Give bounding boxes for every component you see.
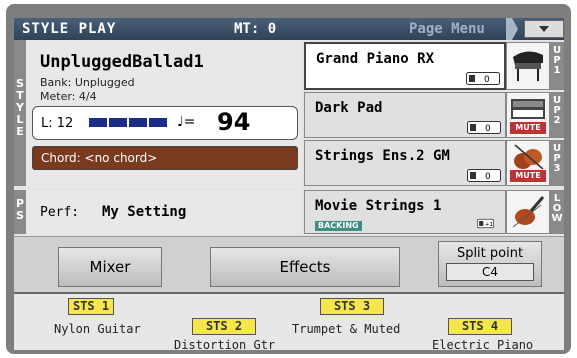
octave-value: 0 <box>484 75 490 85</box>
sts-1-label: Nylon Guitar <box>54 322 141 336</box>
effects-label: Effects <box>279 258 331 276</box>
tempo-box[interactable]: L: 12 ♩= 94 <box>32 106 298 140</box>
octave-icon: 0 <box>467 121 501 134</box>
track-name: Dark Pad <box>315 100 383 116</box>
chevron-down-icon <box>539 26 549 32</box>
main-panel: S T Y L E UnpluggedBallad1 Bank: Unplugg… <box>14 40 564 292</box>
track-icon-cell[interactable] <box>506 190 550 234</box>
split-point-button[interactable]: Split point C4 <box>438 241 542 287</box>
track-up2[interactable]: Dark Pad 0 <box>304 92 506 138</box>
track-icon-cell[interactable] <box>506 42 550 90</box>
octave-value: 0 <box>485 172 491 182</box>
backing-badge: BACKING <box>315 221 362 231</box>
mixer-label: Mixer <box>89 258 131 276</box>
octave-value: 0 <box>485 124 491 134</box>
track-tab-up2: U P 2 <box>550 92 564 138</box>
octave-value: +1 <box>485 222 494 228</box>
strings-icon <box>514 144 544 170</box>
button-strip: Mixer Effects Split point C4 <box>14 236 564 292</box>
mixer-button[interactable]: Mixer <box>58 247 162 287</box>
style-bank: Bank: Unplugged <box>40 76 135 89</box>
chord-display: Chord: <no chord> <box>32 146 298 170</box>
page-header: STYLE PLAY MT: 0 Page Menu <box>14 18 564 40</box>
track-tab-up1: U P 1 <box>550 42 564 90</box>
track-up3[interactable]: Strings Ens.2 GM 0 <box>304 140 506 186</box>
tab-letter: 2 <box>553 115 561 126</box>
sts-4-label: Electric Piano <box>432 338 534 352</box>
chord-text: Chord: <no chord> <box>41 151 158 165</box>
style-meter: Meter: 4/4 <box>40 90 97 103</box>
track-icon-cell[interactable]: MUTE <box>506 140 550 186</box>
tab-letter: 3 <box>553 163 561 174</box>
mute-badge: MUTE <box>510 170 546 182</box>
split-point-value-box: C4 <box>446 263 534 281</box>
effects-button[interactable]: Effects <box>210 247 400 287</box>
track-tab-low: L O W <box>550 190 564 234</box>
page-menu-arrow-icon[interactable] <box>506 18 518 40</box>
style-name: UnpluggedBallad1 <box>40 52 204 72</box>
style-area[interactable]: UnpluggedBallad1 Bank: Unplugged Meter: … <box>26 40 302 188</box>
grand-piano-icon <box>513 51 543 81</box>
screen: STYLE PLAY MT: 0 Page Menu S T Y L E Unp… <box>0 0 577 358</box>
track-low[interactable]: Movie Strings 1 BACKING +1 <box>304 190 506 234</box>
level-bar <box>89 118 167 127</box>
sts-2-label: Distortion Gtr <box>174 338 276 352</box>
display-frame: STYLE PLAY MT: 0 Page Menu S T Y L E Unp… <box>6 4 571 354</box>
mt-indicator: MT: 0 <box>234 21 277 37</box>
octave-icon: 0 <box>467 169 501 182</box>
track-icon-cell[interactable]: MUTE <box>506 92 550 138</box>
mute-badge: MUTE <box>510 122 546 134</box>
sts-4-button[interactable]: STS 4 <box>448 318 512 335</box>
perf-value: My Setting <box>102 204 187 220</box>
style-tab-letter: E <box>16 125 24 138</box>
split-point-label: Split point <box>456 246 524 261</box>
style-side-tab: S T Y L E <box>14 40 26 186</box>
track-name: Grand Piano RX <box>316 51 435 67</box>
track-name: Movie Strings 1 <box>315 198 442 214</box>
track-tab-up3: U P 3 <box>550 140 564 186</box>
violin-icon <box>512 196 545 228</box>
track-up1[interactable]: Grand Piano RX 0 <box>304 42 506 90</box>
tab-letter: W <box>551 213 563 224</box>
page-menu-dropdown-button[interactable] <box>524 20 564 38</box>
octave-icon: +1 <box>477 218 494 229</box>
sts-1-button[interactable]: STS 1 <box>68 298 114 315</box>
split-point-value: C4 <box>481 265 498 279</box>
track-name: Strings Ens.2 GM <box>315 148 450 164</box>
octave-icon: 0 <box>466 72 500 85</box>
sts-3-label: Trumpet & Muted <box>292 322 401 336</box>
perf-tab-letter: S <box>16 209 24 222</box>
perf-side-tab: P S <box>14 190 26 234</box>
performance-area[interactable]: Perf: My Setting <box>26 190 302 234</box>
tempo-value[interactable]: 94 <box>217 108 250 136</box>
perf-label: Perf: <box>40 205 80 220</box>
sts-bar: STS 1 Nylon Guitar STS 2 Distortion Gtr … <box>14 292 564 352</box>
page-title: STYLE PLAY <box>22 21 117 37</box>
tab-letter: 1 <box>553 65 561 76</box>
sts-2-button[interactable]: STS 2 <box>192 318 256 335</box>
sts-3-button[interactable]: STS 3 <box>320 298 384 315</box>
style-level: L: 12 <box>41 116 74 131</box>
page-menu-label[interactable]: Page Menu <box>409 21 485 37</box>
tempo-sign: ♩= <box>177 114 196 130</box>
synth-pad-icon <box>511 99 545 119</box>
